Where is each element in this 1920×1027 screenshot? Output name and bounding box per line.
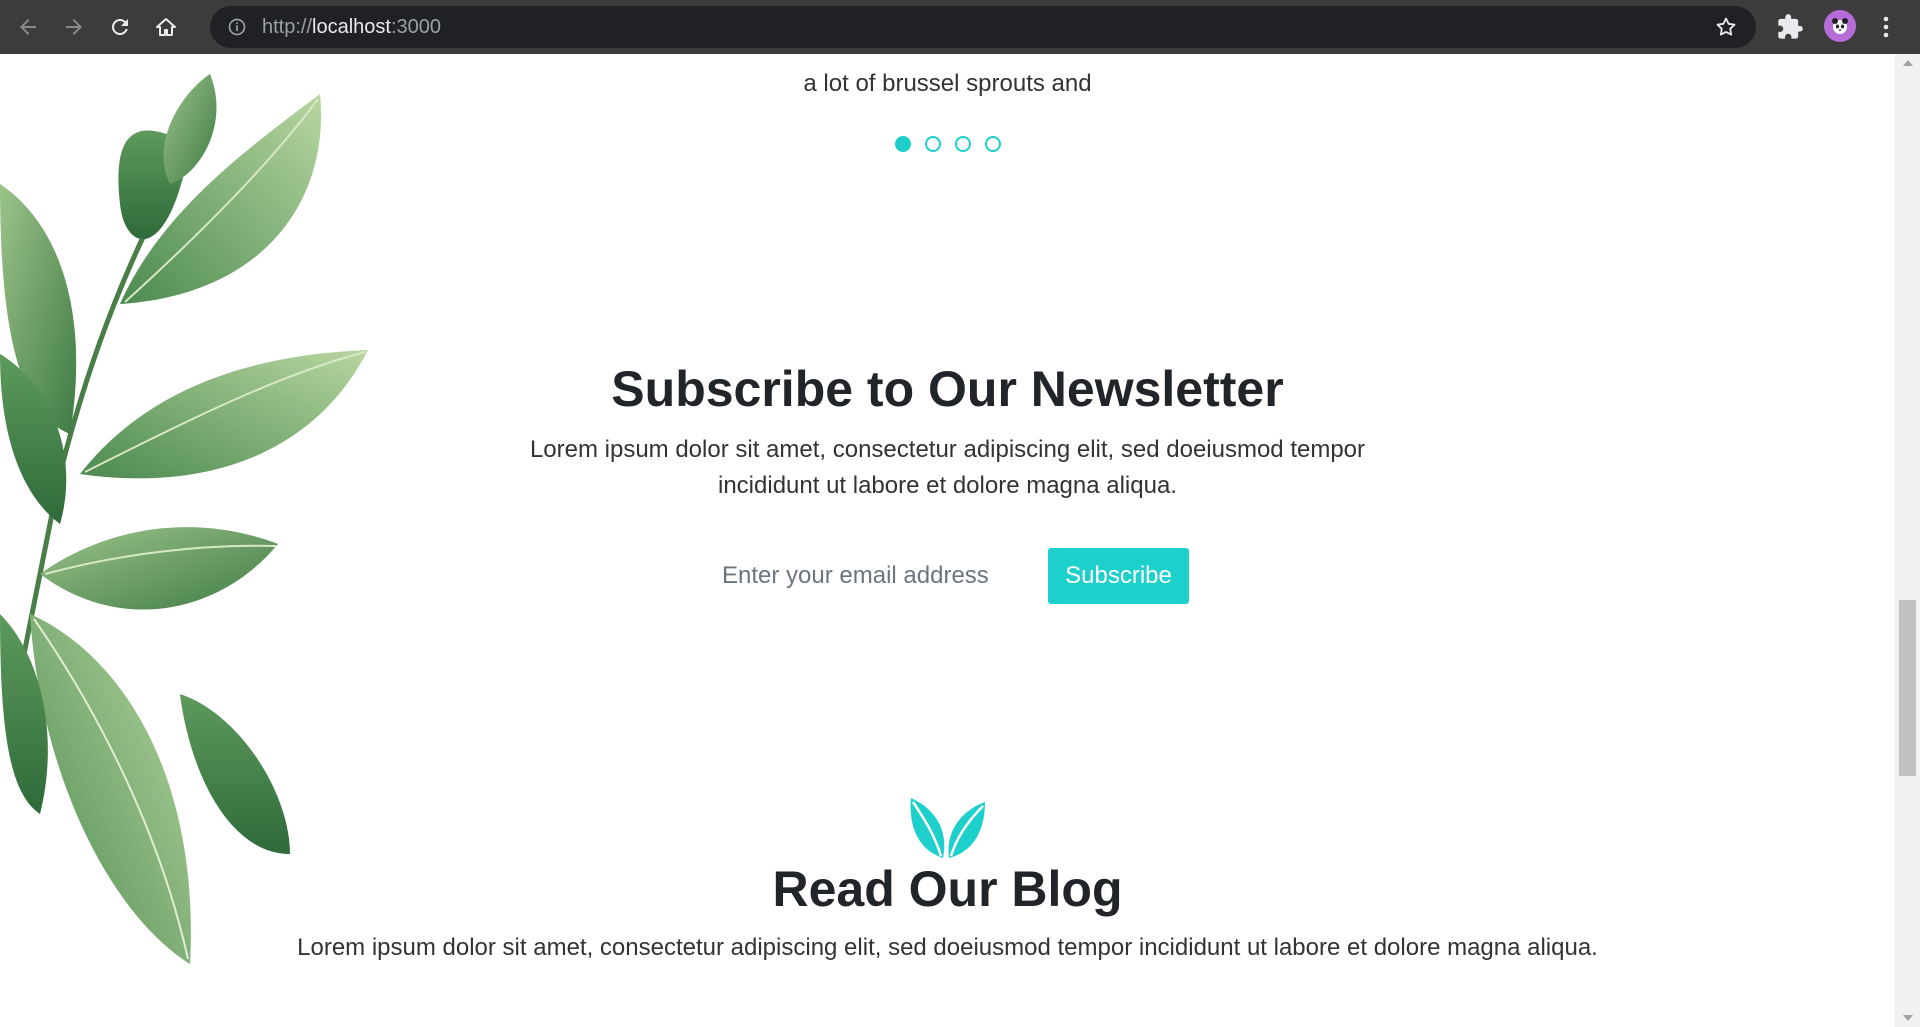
browser-toolbar: http://localhost:3000 <box>0 0 1920 54</box>
site-info-icon[interactable] <box>226 16 248 38</box>
home-icon <box>156 18 176 36</box>
decorative-leaves-image <box>0 74 368 964</box>
email-input[interactable] <box>708 548 1038 604</box>
address-bar[interactable]: http://localhost:3000 <box>210 6 1756 48</box>
blog-description: Lorem ipsum dolor sit amet, consectetur … <box>297 934 1598 961</box>
back-button[interactable] <box>10 9 46 45</box>
url-scheme: http:// <box>262 15 313 38</box>
url-port: :3000 <box>390 15 442 38</box>
carousel-dot-2[interactable] <box>924 136 941 152</box>
vertical-scrollbar[interactable] <box>1895 54 1920 1027</box>
back-arrow-icon <box>20 19 36 35</box>
reload-icon <box>111 18 128 35</box>
carousel-indicators <box>0 136 1895 152</box>
url-text: http://localhost:3000 <box>262 16 441 39</box>
profile-avatar[interactable] <box>1824 10 1856 42</box>
forward-arrow-icon <box>66 19 82 35</box>
carousel-dot-1[interactable] <box>894 136 911 152</box>
leaf-logo-icon <box>910 798 985 858</box>
reload-button[interactable] <box>102 9 138 45</box>
page-content: a lot of brussel sprouts and Subscribe t… <box>0 54 1895 1027</box>
forward-button[interactable] <box>56 9 92 45</box>
testimonial-text: a lot of brussel sprouts and <box>803 70 1092 97</box>
carousel-dot-4[interactable] <box>984 136 1001 152</box>
home-button[interactable] <box>148 9 184 45</box>
scroll-down-arrow-icon[interactable] <box>1903 1015 1913 1021</box>
newsletter-title: Subscribe to Our Newsletter <box>611 361 1284 417</box>
url-host: localhost <box>312 15 391 38</box>
scroll-up-arrow-icon[interactable] <box>1903 60 1913 66</box>
kebab-menu-icon[interactable] <box>1876 13 1896 41</box>
subscribe-button[interactable]: Subscribe <box>1048 548 1189 604</box>
extensions-puzzle-icon[interactable] <box>1776 13 1804 41</box>
bookmark-star-icon[interactable] <box>1714 15 1738 39</box>
carousel-dot-3[interactable] <box>954 136 971 152</box>
blog-title: Read Our Blog <box>772 861 1123 917</box>
newsletter-description: Lorem ipsum dolor sit amet, consectetur … <box>529 436 1366 499</box>
panda-avatar-icon <box>1832 18 1848 34</box>
scrollbar-thumb[interactable] <box>1899 600 1916 776</box>
